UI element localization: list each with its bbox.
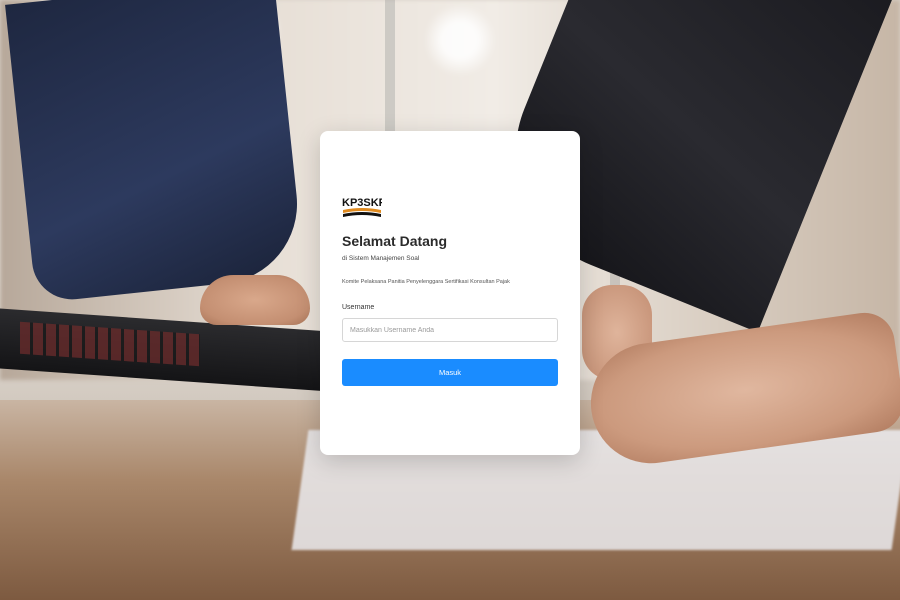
logo-text: KP3SKP [342, 197, 382, 209]
welcome-subtitle: di Sistem Manajemen Soal [342, 255, 420, 262]
login-button[interactable]: Masuk [342, 359, 558, 386]
kp3skp-logo: KP3SKP [342, 197, 382, 217]
login-card: KP3SKP Selamat Datang di Sistem Manajeme… [320, 131, 580, 455]
committee-text: Komite Pelaksana Panitia Penyelenggara S… [342, 279, 510, 285]
welcome-title: Selamat Datang [342, 233, 448, 249]
username-input[interactable] [342, 318, 558, 342]
username-label: Username [342, 304, 375, 311]
